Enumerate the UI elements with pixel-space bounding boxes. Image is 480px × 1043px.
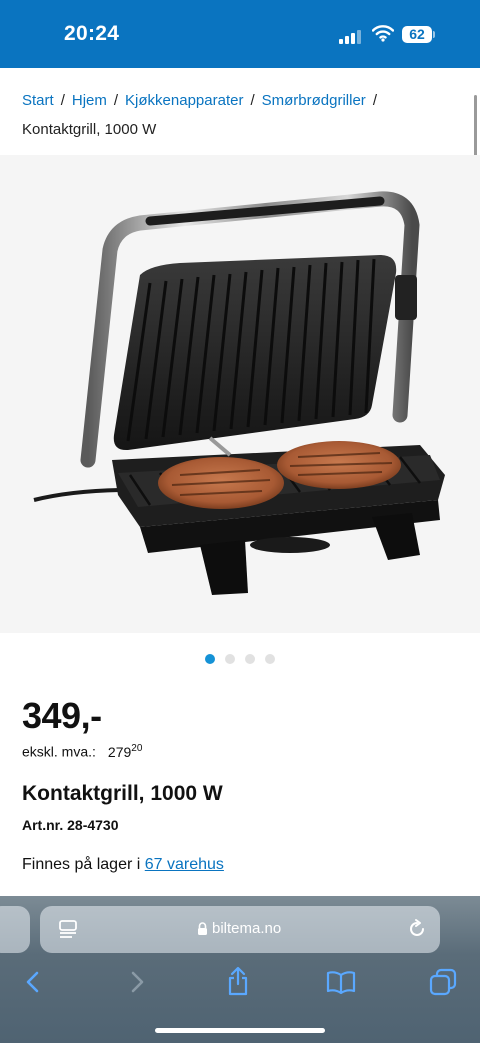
status-bar: 20:24 62: [0, 0, 480, 68]
carousel-dot-4[interactable]: [265, 654, 275, 664]
breadcrumb: Start / Hjem / Kjøkkenapparater / Smørbrødgril…: [22, 86, 462, 144]
status-time: 20:24: [64, 22, 120, 45]
breadcrumb-start[interactable]: Start: [22, 92, 54, 109]
ex-vat-label: ekskl. mva.:: [22, 743, 96, 760]
breadcrumb-hjem[interactable]: Hjem: [72, 92, 107, 109]
breadcrumb-separator: /: [60, 92, 65, 109]
stock-status: Finnes på lager i 67 varehus: [22, 856, 224, 874]
url-text[interactable]: biltema.no: [212, 920, 281, 937]
share-icon[interactable]: [226, 966, 250, 996]
ex-vat-decimals: 20: [131, 743, 143, 754]
back-icon[interactable]: [24, 970, 42, 994]
ex-vat-value: 279: [107, 743, 132, 760]
product-image-gallery[interactable]: [0, 155, 480, 633]
reload-icon[interactable]: [406, 918, 428, 940]
wifi-icon: [372, 25, 394, 42]
reader-view-icon[interactable]: [58, 919, 78, 939]
breadcrumb-separator: /: [250, 92, 255, 109]
lock-icon: [198, 922, 207, 935]
address-bar[interactable]: biltema.no: [40, 906, 440, 953]
tabs-icon[interactable]: [429, 968, 457, 996]
breadcrumb-current: Kontaktgrill, 1000 W: [22, 121, 157, 138]
product-image: [33, 191, 445, 595]
previous-tab-preview[interactable]: [0, 906, 30, 953]
breadcrumb-smorbrodgriller[interactable]: Smørbrødgriller: [262, 92, 366, 109]
article-number: Art.nr. 28-4730: [22, 817, 119, 833]
breadcrumb-separator: /: [113, 92, 119, 109]
carousel-dot-2[interactable]: [225, 654, 235, 664]
product-price: 349,-: [22, 695, 102, 736]
carousel-dot-3[interactable]: [245, 654, 255, 664]
breadcrumb-separator: /: [372, 92, 377, 109]
breadcrumb-kjokkenapparater[interactable]: Kjøkkenapparater: [125, 92, 243, 109]
stock-stores-link[interactable]: 67 varehus: [145, 856, 224, 873]
cellular-signal-icon: [339, 28, 363, 44]
battery-tip: [433, 31, 435, 38]
stock-text: Finnes på lager i: [22, 856, 141, 873]
product-title: Kontaktgrill, 1000 W: [22, 782, 223, 805]
home-indicator[interactable]: [155, 1028, 325, 1033]
forward-icon[interactable]: [128, 970, 146, 994]
ex-vat-price: ekskl. mva.: 27920: [22, 743, 142, 760]
battery-indicator: 62: [402, 26, 432, 43]
bookmarks-icon[interactable]: [326, 970, 356, 994]
carousel-dot-1[interactable]: [205, 654, 215, 664]
